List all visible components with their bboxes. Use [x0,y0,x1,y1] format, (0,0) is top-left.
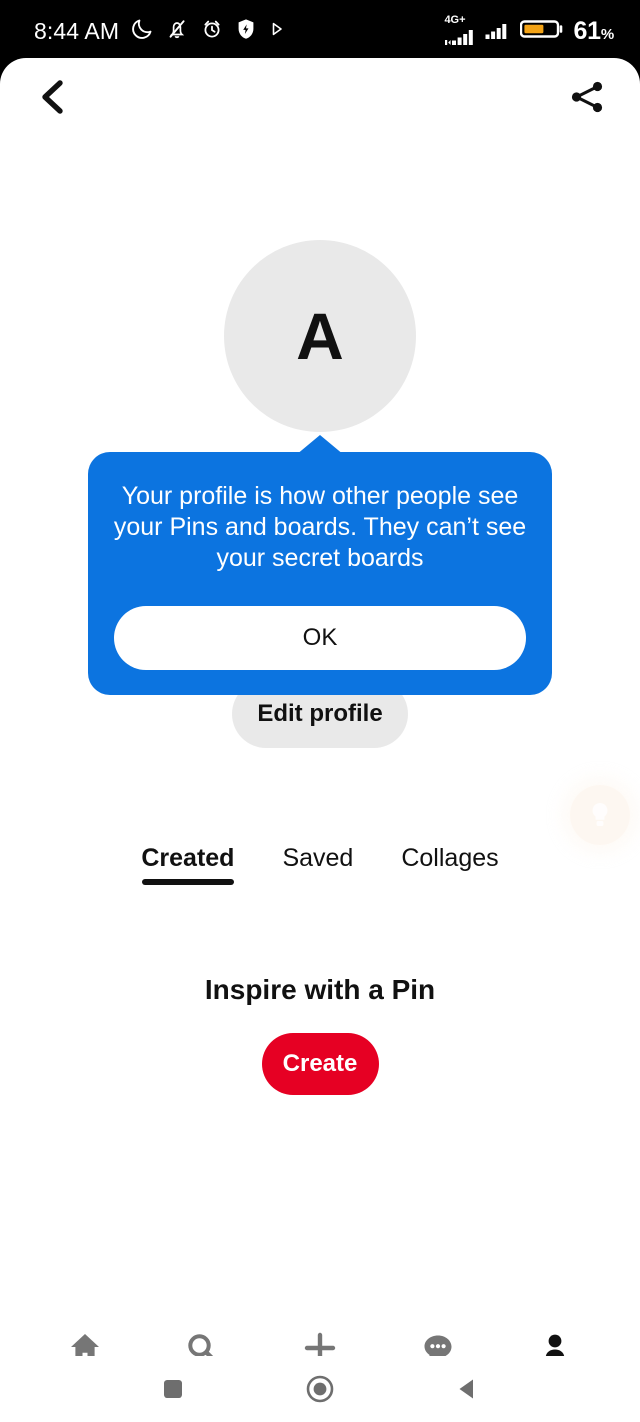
person-icon [538,1328,572,1356]
share-icon [571,81,603,113]
back-triangle-icon [459,1379,473,1399]
share-button[interactable] [556,66,618,128]
profile-tooltip: Your profile is how other people see you… [88,452,552,695]
tab-saved[interactable]: Saved [282,844,353,883]
network-type-label: 4G+ [444,14,466,26]
nav-item-create[interactable]: Create [266,1328,374,1356]
alarm-icon [200,17,224,46]
plus-icon [303,1328,337,1356]
tooltip-message: Your profile is how other people see you… [113,482,527,572]
home-circle-icon [306,1375,334,1403]
nav-item-search[interactable]: Search [148,1328,256,1356]
battery-icon [520,18,564,45]
tab-saved-label: Saved [282,844,354,872]
status-bar-left: 8:44 AM [34,17,286,46]
avatar[interactable]: A [224,240,416,432]
edit-profile-label: Edit profile [257,700,383,727]
floating-action-button[interactable] [570,785,630,845]
shield-bolt-icon [235,17,257,46]
status-bar-right: 4G+ 61% [444,15,614,47]
moon-icon [130,17,154,46]
app-window: A Edit profile Your profile is how other… [0,58,640,1356]
bottom-navigation-bar: Home Search Create [0,1320,640,1356]
signal-bars-1: 4G+ [444,15,478,47]
recents-button[interactable] [138,1364,208,1414]
home-button[interactable] [285,1364,355,1414]
chat-bubble-icon [421,1328,455,1356]
back-button-nav[interactable] [432,1364,502,1414]
chevron-left-icon [42,80,63,114]
tooltip-ok-button[interactable]: OK [114,606,526,670]
tab-collages-label: Collages [401,844,499,872]
tooltip-arrow [296,435,344,455]
back-button[interactable] [22,66,84,128]
tab-active-underline [141,879,234,885]
nav-item-notifications[interactable]: Notificat… [384,1328,492,1356]
create-pin-button[interactable]: Create [261,1033,379,1095]
bell-muted-icon [165,17,189,46]
recents-square-icon [164,1380,183,1398]
empty-state-title: Inspire with a Pin [204,974,436,1005]
signal-bars-2 [485,21,513,41]
tab-created[interactable]: Created [141,844,234,895]
app-header [0,58,640,136]
status-bar: 8:44 AM 4G+ 61% [0,0,640,62]
home-icon [68,1328,102,1356]
search-icon [185,1328,219,1356]
avatar-initial: A [296,299,344,373]
android-navigation-bar [0,1356,640,1422]
empty-state: Inspire with a Pin Create [0,974,640,1095]
bulb-icon [592,802,608,826]
phone-screen: 8:44 AM 4G+ 61% A Edit profile Your prof… [0,0,640,1422]
nav-item-home[interactable]: Home [31,1328,139,1356]
tooltip-ok-label: OK [302,624,338,651]
create-pin-label: Create [282,1050,358,1077]
tab-collages[interactable]: Collages [401,844,498,883]
nav-item-saved[interactable]: Saved [501,1328,609,1356]
profile-tabs: Created Saved Collages [0,844,640,902]
play-triangle-icon [268,19,286,44]
battery-percent: 61% [573,16,614,45]
tab-created-label: Created [141,844,235,872]
status-clock: 8:44 AM [34,17,120,44]
